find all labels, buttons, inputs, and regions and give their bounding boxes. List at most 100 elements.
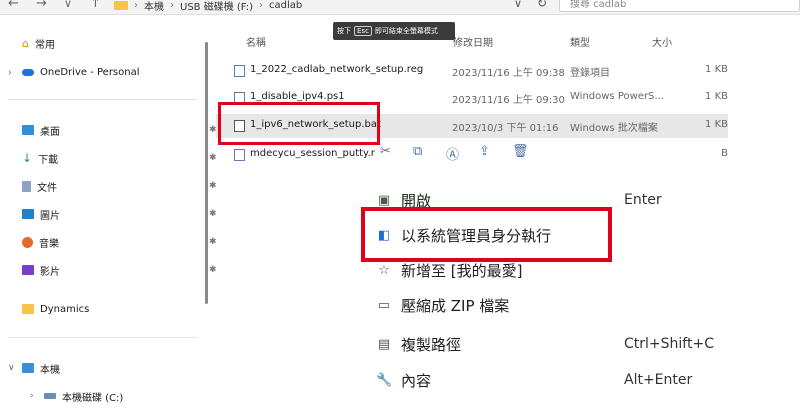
breadcrumb: › 本機 › USB 磁碟機 (F:) › cadlab <box>114 0 302 13</box>
file-type: Windows PowerS... <box>570 91 664 102</box>
breadcrumb-cadlab[interactable]: cadlab <box>269 0 302 11</box>
sidebar-item-documents[interactable]: 文件 ✱ <box>22 176 217 196</box>
registry-file-icon <box>234 65 245 77</box>
breadcrumb-usb-drive[interactable]: USB 磁碟機 (F:) <box>180 0 253 13</box>
desktop-icon <box>22 125 34 135</box>
share-icon[interactable]: ⇪ <box>479 144 490 159</box>
toast-suffix: 即可結束全螢幕模式 <box>374 27 438 35</box>
sidebar-item-music[interactable]: 音樂 ✱ <box>22 232 217 252</box>
sidebar-item-label: 本機磁碟 (C:) <box>62 392 124 404</box>
cloud-icon <box>22 68 34 76</box>
drive-icon <box>44 393 56 399</box>
column-header-size[interactable]: 大小 <box>652 34 672 49</box>
file-row[interactable]: 1_2022_cadlab_network_setup.reg 2023/11/… <box>216 59 728 83</box>
recent-locations-icon[interactable]: ∨ <box>64 0 72 10</box>
copy-path-icon: ▤ <box>377 336 391 352</box>
computer-icon <box>22 363 34 373</box>
chevron-down-icon[interactable]: ∨ <box>8 363 15 373</box>
delete-icon[interactable]: 🗑 <box>512 144 529 159</box>
sidebar-item-label: 常用 <box>34 39 55 51</box>
sidebar-item-label: 文件 <box>37 182 57 194</box>
sidebar-item-desktop[interactable]: 桌面 ✱ <box>22 120 217 140</box>
pin-icon[interactable]: ✱ <box>209 181 217 191</box>
sidebar-item-local-disk[interactable]: 本機磁碟 (C:) <box>44 386 123 406</box>
menu-item-compress-zip[interactable]: ▭ 壓縮成 ZIP 檔案 <box>360 290 720 320</box>
sidebar-item-this-pc[interactable]: 本機 <box>22 358 60 378</box>
pin-icon[interactable]: ✱ <box>209 237 217 247</box>
fullscreen-toast: 按下 Esc 即可結束全螢幕模式 <box>333 22 455 40</box>
annotation-highlight-menu <box>361 207 612 262</box>
menu-item-label: 壓縮成 ZIP 檔案 <box>401 296 510 315</box>
cut-icon[interactable]: ✂ <box>380 144 391 159</box>
sidebar-item-label: Dynamics <box>40 303 90 315</box>
file-name: 1_2022_cadlab_network_setup.reg <box>250 64 424 75</box>
chevron-right-icon[interactable]: › <box>8 68 12 78</box>
sidebar-item-label: 圖片 <box>40 210 60 222</box>
shortcut-label: Enter <box>624 192 662 208</box>
esc-key-badge: Esc <box>354 26 372 36</box>
sidebar-item-label: 影片 <box>40 266 60 278</box>
sidebar-item-videos[interactable]: 影片 ✱ <box>22 260 217 280</box>
up-arrow-icon[interactable]: ↑ <box>90 0 101 11</box>
chevron-down-icon[interactable]: ∨ <box>514 0 522 10</box>
menu-item-copy-path[interactable]: ▤ 複製路徑 Ctrl+Shift+C <box>360 329 720 359</box>
search-input[interactable]: 搜尋 cadlab <box>559 0 800 12</box>
file-size: 1 KB <box>705 119 728 130</box>
sidebar-scrollbar[interactable] <box>205 42 208 304</box>
home-icon: ⌂ <box>22 36 29 50</box>
chevron-right-icon: › <box>170 0 174 11</box>
sidebar-item-label: 本機 <box>40 364 60 376</box>
shortcut-label: Ctrl+Shift+C <box>624 336 714 352</box>
file-size: 1 KB <box>705 91 728 102</box>
sidebar-item-home[interactable]: ⌂ 常用 <box>22 33 55 53</box>
copy-icon[interactable]: ⧉ <box>413 144 422 159</box>
back-arrow-icon[interactable]: ← <box>8 0 19 11</box>
video-icon <box>22 265 34 275</box>
sidebar-item-pictures[interactable]: 圖片 ✱ <box>22 204 217 224</box>
menu-item-label: 複製路徑 <box>401 335 462 354</box>
divider <box>8 337 198 338</box>
column-header-name[interactable]: 名稱 <box>246 34 266 49</box>
sidebar-item-onedrive[interactable]: OneDrive - Personal <box>22 62 140 82</box>
navigation-pane: ⌂ 常用 › OneDrive - Personal 桌面 ✱ ↓ 下載 ✱ 文… <box>0 26 217 411</box>
toast-prefix: 按下 <box>337 27 351 35</box>
putty-file-icon <box>234 149 245 161</box>
folder-icon <box>22 304 34 314</box>
sidebar-item-label: OneDrive - Personal <box>40 66 140 78</box>
file-name: 1_disable_ipv4.ps1 <box>250 91 345 102</box>
music-icon <box>22 236 33 248</box>
pin-icon[interactable]: ✱ <box>209 265 217 275</box>
shortcut-label: Alt+Enter <box>624 372 693 388</box>
sidebar-item-label: 桌面 <box>40 126 60 138</box>
download-icon: ↓ <box>22 151 33 165</box>
refresh-icon[interactable]: ↻ <box>537 0 547 10</box>
rename-icon[interactable]: Ⓐ <box>446 144 459 163</box>
chevron-right-icon: › <box>134 0 138 11</box>
annotation-highlight-file <box>218 102 380 145</box>
file-type: Windows 批次檔案 <box>570 123 658 134</box>
column-header-date[interactable]: 修改日期 <box>453 34 493 49</box>
wrench-icon: 🔧 <box>376 372 393 388</box>
file-name: mdecycu_session_putty.r <box>250 148 375 159</box>
breadcrumb-this-pc[interactable]: 本機 <box>144 0 164 13</box>
menu-item-label: 新增至 [我的最愛] <box>401 261 523 280</box>
chevron-right-icon: › <box>259 0 264 11</box>
sidebar-item-downloads[interactable]: ↓ 下載 ✱ <box>22 148 217 168</box>
file-row[interactable]: mdecycu_session_putty.r B <box>216 143 728 167</box>
chevron-right-icon[interactable]: › <box>30 391 34 401</box>
pin-icon[interactable]: ✱ <box>209 209 217 219</box>
column-header-type[interactable]: 類型 <box>570 34 590 49</box>
document-icon <box>22 180 31 192</box>
open-icon: ▣ <box>377 192 391 208</box>
folder-icon <box>114 1 128 10</box>
file-size: B <box>721 148 728 159</box>
menu-item-properties[interactable]: 🔧 內容 Alt+Enter <box>360 365 720 395</box>
sidebar-item-dynamics[interactable]: Dynamics <box>22 299 89 319</box>
address-bar: ← → ∨ ↑ › 本機 › USB 磁碟機 (F:) › cadlab ∨ ↻… <box>0 0 800 15</box>
sidebar-item-label: 音樂 <box>39 238 59 250</box>
zip-icon: ▭ <box>377 297 391 313</box>
divider <box>8 99 198 100</box>
file-date: 2023/11/16 上午 09:38 <box>452 68 565 79</box>
sidebar-item-label: 下載 <box>38 154 59 166</box>
forward-arrow-icon[interactable]: → <box>36 0 47 11</box>
